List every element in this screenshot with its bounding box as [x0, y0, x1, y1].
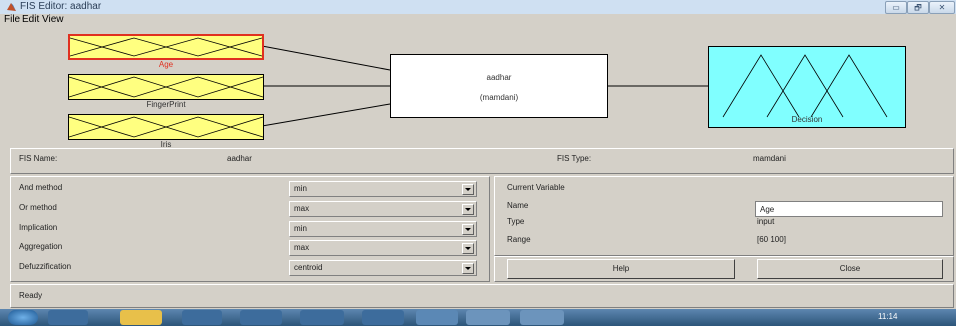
- buttons-panel: Help Close: [494, 256, 954, 282]
- system-name: aadhar: [486, 73, 512, 82]
- defuzzification-label: Defuzzification: [19, 262, 72, 271]
- input-iris-box[interactable]: [68, 114, 264, 140]
- fis-name-label: FIS Name:: [19, 154, 58, 163]
- chevron-down-icon: [462, 184, 474, 195]
- or-method-label: Or method: [19, 203, 57, 212]
- start-button-icon[interactable]: [8, 310, 38, 325]
- defuzzification-select[interactable]: centroid: [289, 260, 477, 276]
- implication-select[interactable]: min: [289, 221, 477, 237]
- chevron-down-icon: [462, 243, 474, 254]
- implication-label: Implication: [19, 223, 58, 232]
- taskbar: 11:14: [0, 309, 956, 326]
- matlab-taskbar-icon[interactable]: [416, 310, 458, 325]
- folder-icon[interactable]: [120, 310, 162, 325]
- word-icon[interactable]: [520, 310, 564, 325]
- variable-name-input[interactable]: Age: [755, 201, 943, 217]
- ie-icon[interactable]: [48, 310, 88, 325]
- system-type: (mamdani): [479, 93, 519, 102]
- clock-time: 11:14: [878, 312, 898, 321]
- maximize-button[interactable]: 🗗: [907, 1, 929, 14]
- membership-function-icon: [68, 116, 264, 138]
- menu-file[interactable]: File: [4, 14, 20, 26]
- variable-type-label: Type: [507, 217, 525, 226]
- close-window-button[interactable]: ✕: [929, 1, 955, 14]
- menu-bar: File Edit View: [0, 14, 956, 26]
- firefox-icon[interactable]: [300, 310, 344, 325]
- chevron-down-icon: [462, 224, 474, 235]
- and-method-select[interactable]: min: [289, 181, 477, 197]
- menu-edit[interactable]: Edit: [22, 14, 39, 26]
- aggregation-select[interactable]: max: [289, 240, 477, 256]
- variable-range-value: [60 100]: [757, 235, 786, 244]
- variable-type-value: input: [757, 217, 775, 226]
- k7-icon[interactable]: [466, 310, 510, 325]
- title-bar: FIS Editor: aadhar ▭ 🗗 ✕: [0, 0, 956, 15]
- fis-type-value: mamdani: [753, 154, 786, 163]
- status-bar: Ready: [10, 284, 954, 308]
- output-decision-label: Decision: [791, 115, 823, 124]
- menu-view[interactable]: View: [42, 14, 64, 26]
- media-player-icon[interactable]: [182, 310, 222, 325]
- matlab-icon: [7, 3, 16, 11]
- input-age-box[interactable]: [68, 34, 264, 60]
- current-variable-panel: Current Variable Name Age Type input Ran…: [494, 176, 954, 256]
- input-fingerprint-box[interactable]: [68, 74, 264, 100]
- fis-info-panel: FIS Name: aadhar FIS Type: mamdani: [10, 148, 954, 174]
- input-age-label: Age: [158, 60, 174, 69]
- methods-panel: And method min Or method max Implication…: [10, 176, 490, 282]
- and-method-label: And method: [19, 183, 63, 192]
- chevron-down-icon: [462, 204, 474, 215]
- status-text: Ready: [19, 291, 43, 300]
- variable-range-label: Range: [507, 235, 531, 244]
- or-method-select[interactable]: max: [289, 201, 477, 217]
- current-variable-title: Current Variable: [507, 183, 565, 192]
- output-decision-box[interactable]: Decision: [708, 46, 906, 128]
- window-title: FIS Editor: aadhar: [20, 1, 102, 12]
- fis-diagram: Age FingerPrint Iris aadhar (mamdani) De…: [0, 26, 956, 149]
- membership-function-icon: [68, 76, 264, 98]
- minimize-button[interactable]: ▭: [885, 1, 907, 14]
- fis-name-value: aadhar: [227, 154, 252, 163]
- variable-name-label: Name: [507, 201, 529, 210]
- fis-type-label: FIS Type:: [557, 154, 592, 163]
- input-fingerprint-label: FingerPrint: [146, 100, 186, 109]
- system-box[interactable]: aadhar (mamdani): [390, 54, 608, 118]
- aggregation-label: Aggregation: [19, 242, 63, 251]
- help-button[interactable]: Help: [507, 259, 735, 279]
- chevron-down-icon: [462, 263, 474, 274]
- app-icon[interactable]: [362, 310, 404, 325]
- membership-function-icon: [69, 37, 263, 57]
- chrome-icon[interactable]: [240, 310, 282, 325]
- close-button[interactable]: Close: [757, 259, 943, 279]
